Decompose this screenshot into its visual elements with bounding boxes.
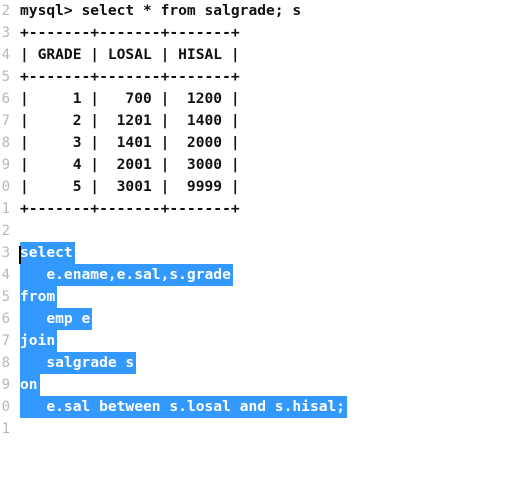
line-number: 2 [1,223,10,239]
editor-line: 1 +-------+-------+-------+ [0,198,513,220]
code-editor[interactable]: 2 mysql> select * from salgrade; s 3 +--… [0,0,513,500]
line-number: 6 [1,311,10,327]
line-number: 8 [1,355,10,371]
selected-code-line[interactable]: e.ename,e.sal,s.grade [20,264,233,286]
editor-line: 2 mysql> select * from salgrade; s [0,0,513,22]
editor-line: 2 [0,220,513,242]
editor-line: 1 [0,418,513,440]
table-row[interactable]: | 5 | 3001 | 9999 | [20,176,240,198]
editor-line: 0 e.sal between s.losal and s.hisal; [0,396,513,418]
line-number: 0 [1,399,10,415]
line-number: 6 [1,91,10,107]
editor-line: 5 +-------+-------+-------+ [0,66,513,88]
line-number: 5 [1,69,10,85]
table-row[interactable]: | 4 | 2001 | 3000 | [20,154,240,176]
table-border-mid[interactable]: +-------+-------+-------+ [20,66,240,88]
line-number: 3 [1,25,10,41]
line-number: 4 [1,47,10,63]
editor-line: 3 +-------+-------+-------+ [0,22,513,44]
line-number: 1 [1,421,10,437]
editor-line: 6 emp e [0,308,513,330]
line-number: 9 [1,377,10,393]
selected-code-line[interactable]: on [20,374,40,396]
line-number: 8 [1,135,10,151]
selected-code-line[interactable]: salgrade s [20,352,137,374]
selected-code-line[interactable]: from [20,286,58,308]
editor-line: 3 select [0,242,513,264]
editor-line: 5 from [0,286,513,308]
editor-line: 6 | 1 | 700 | 1200 | [0,88,513,110]
line-number: 7 [1,333,10,349]
editor-line: 8 salgrade s [0,352,513,374]
selected-code-line[interactable]: select [20,242,75,264]
table-header-row[interactable]: | GRADE | LOSAL | HISAL | [20,44,240,66]
editor-line: 8 | 3 | 1401 | 2000 | [0,132,513,154]
table-row[interactable]: | 2 | 1201 | 1400 | [20,110,240,132]
line-number: 3 [1,245,10,261]
line-number: 2 [1,3,10,19]
editor-line: 0 | 5 | 3001 | 9999 | [0,176,513,198]
line-number: 1 [1,201,10,217]
table-border-bottom[interactable]: +-------+-------+-------+ [20,198,240,220]
editor-line: 4 | GRADE | LOSAL | HISAL | [0,44,513,66]
selected-code-line[interactable]: join [20,330,58,352]
editor-line: 4 e.ename,e.sal,s.grade [0,264,513,286]
table-row[interactable]: | 1 | 700 | 1200 | [20,88,240,110]
line-number: 0 [1,179,10,195]
line-number: 4 [1,267,10,283]
editor-line: 9 on [0,374,513,396]
text-cursor [19,246,21,264]
editor-line: 7 join [0,330,513,352]
line-number: 9 [1,157,10,173]
selected-code-line[interactable]: e.sal between s.losal and s.hisal; [20,396,348,418]
line-number: 7 [1,113,10,129]
code-line-mysql-command[interactable]: mysql> select * from salgrade; s [20,0,301,22]
editor-line: 7 | 2 | 1201 | 1400 | [0,110,513,132]
table-border-top[interactable]: +-------+-------+-------+ [20,22,240,44]
selected-code-line[interactable]: emp e [20,308,93,330]
table-row[interactable]: | 3 | 1401 | 2000 | [20,132,240,154]
line-number: 5 [1,289,10,305]
editor-line: 9 | 4 | 2001 | 3000 | [0,154,513,176]
